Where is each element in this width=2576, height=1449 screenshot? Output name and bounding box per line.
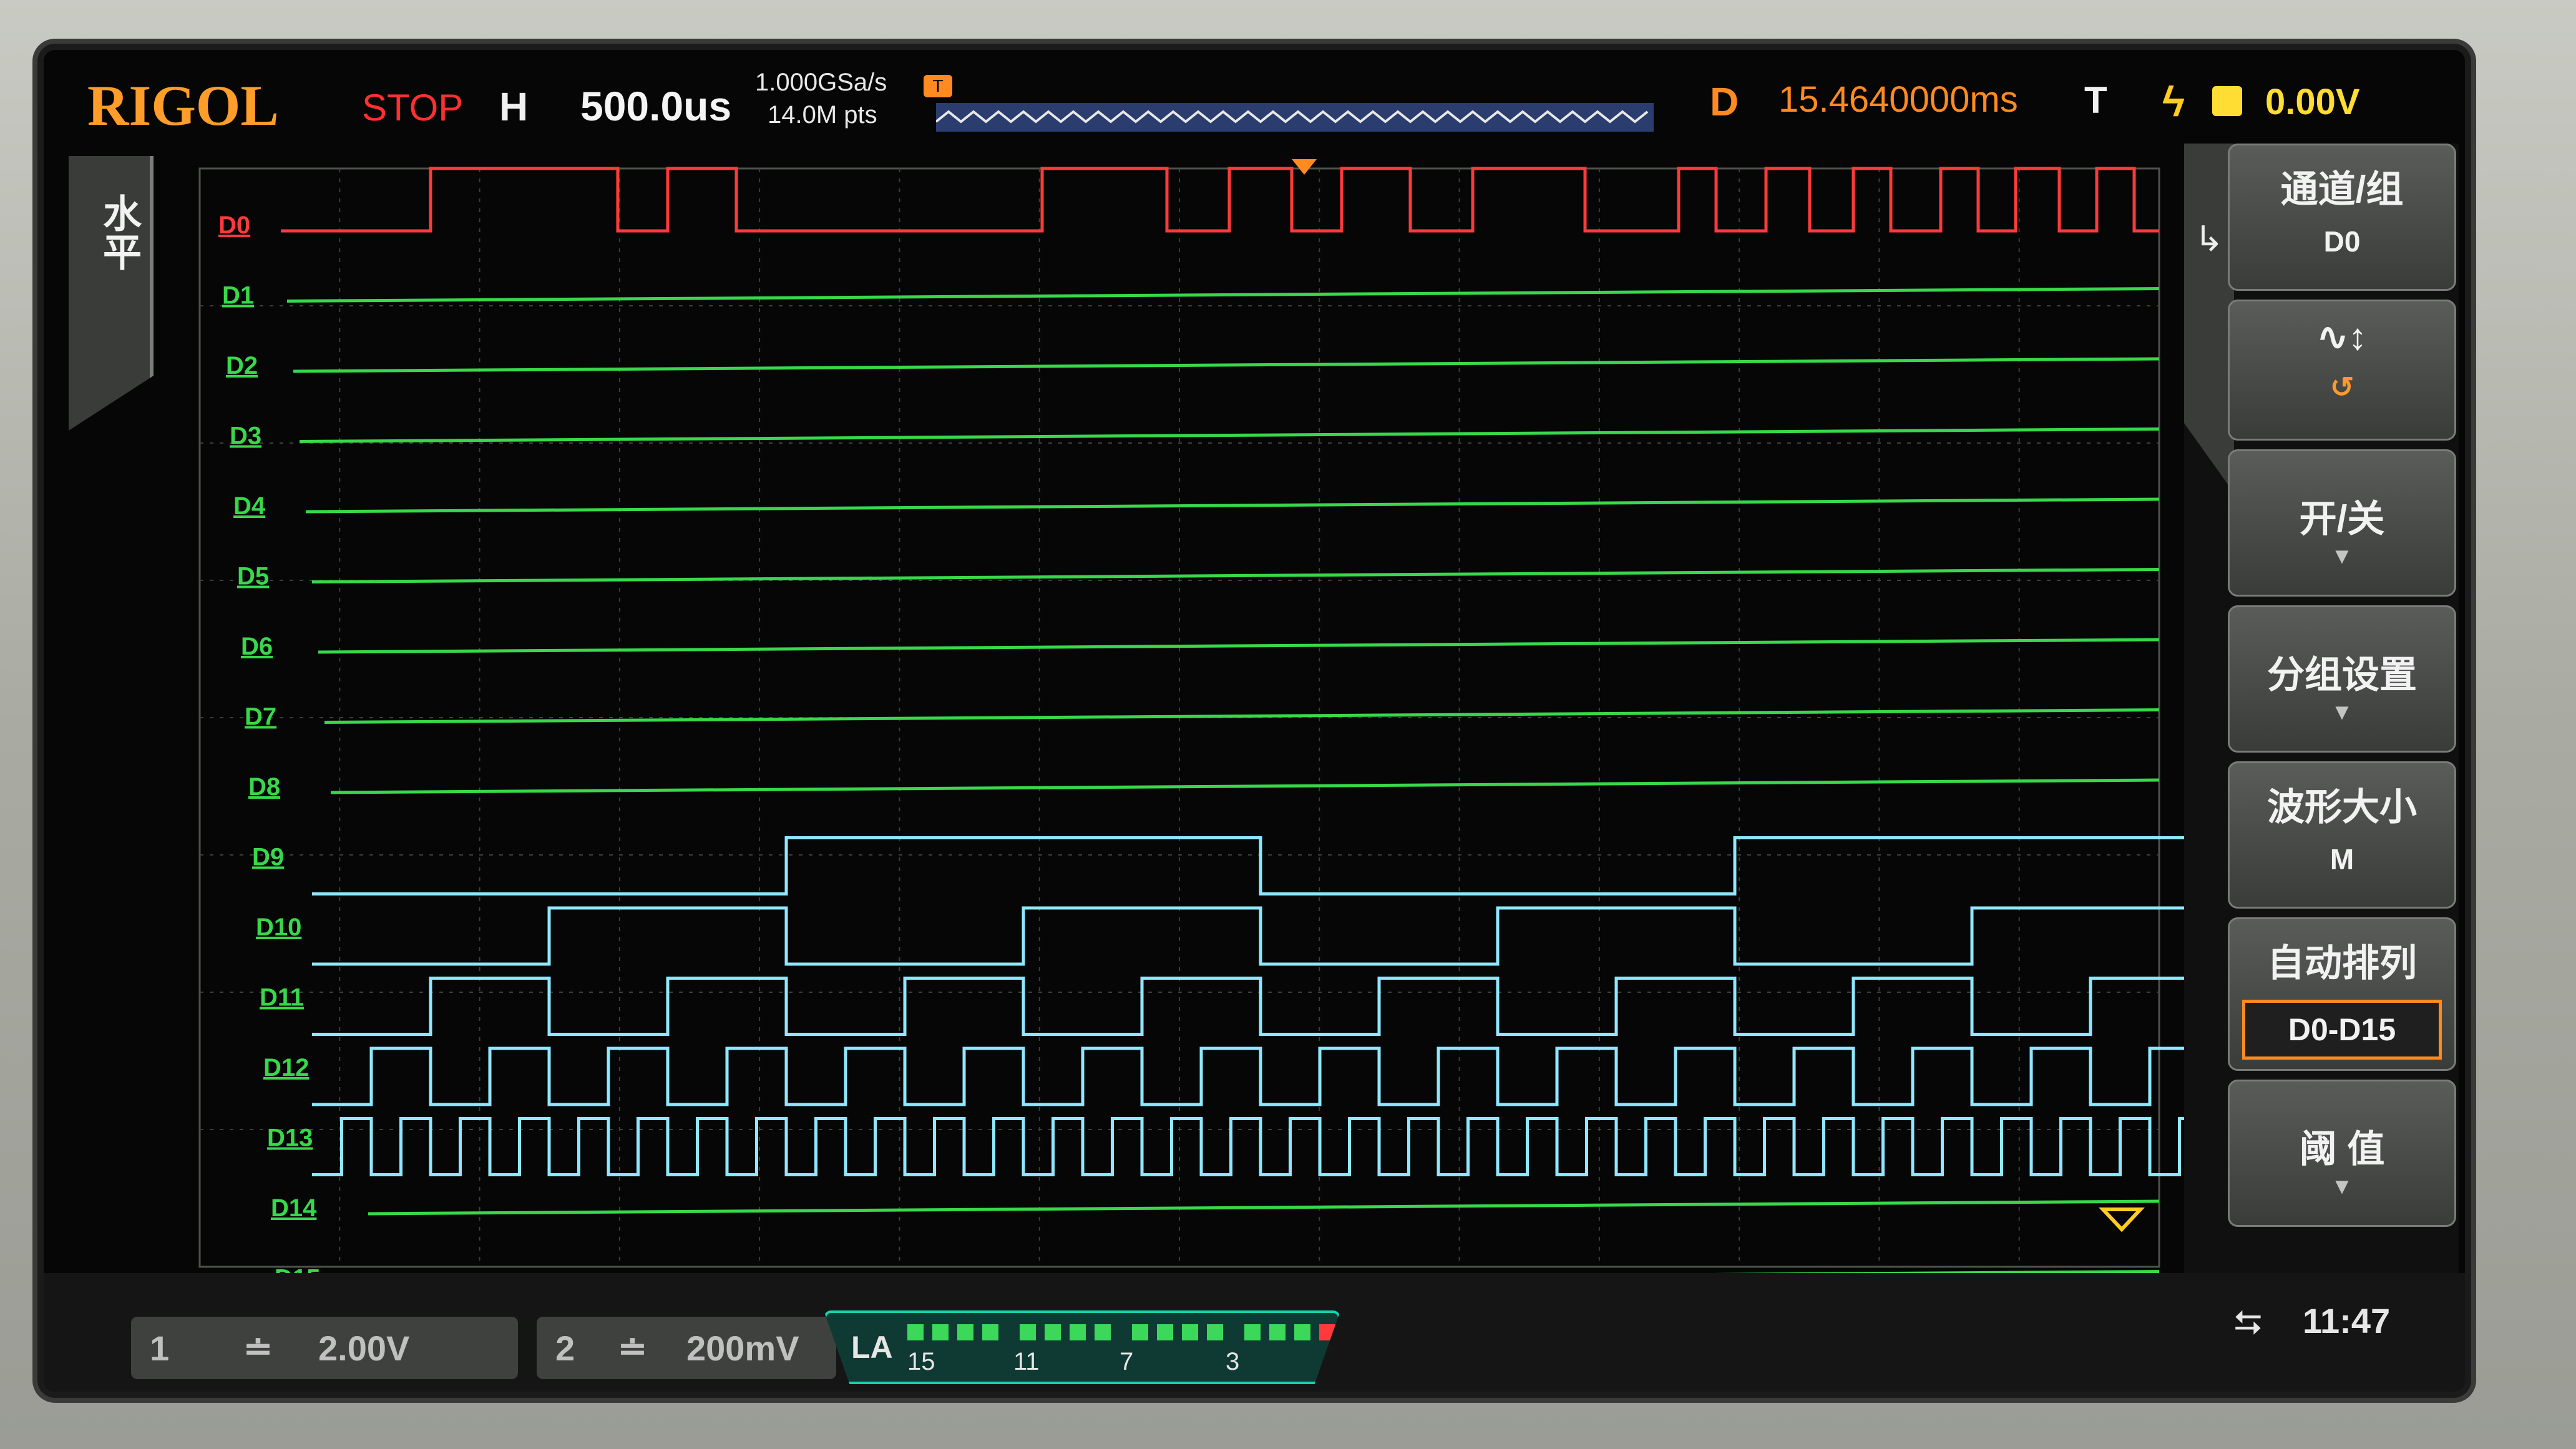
clock-time: 11:47	[2303, 1301, 2391, 1340]
waveform-size-value: M	[2330, 843, 2354, 876]
trace-d11	[312, 977, 2209, 1036]
trace-d5	[311, 568, 2160, 583]
trace-d9	[312, 836, 2209, 895]
channel-label-d1[interactable]: D1	[222, 282, 254, 310]
channel-2-number: 2	[555, 1329, 575, 1368]
trace-d12	[312, 1046, 2209, 1106]
trace-d4	[305, 497, 2160, 514]
la-bit-indicator	[1070, 1324, 1086, 1340]
la-bit-indicator	[1095, 1324, 1111, 1340]
chevron-down-icon: ▼	[2331, 1173, 2353, 1199]
la-bit-indicator	[907, 1324, 924, 1340]
auto-arrange-title: 自动排列	[2267, 942, 2417, 984]
la-bit-indicator	[1294, 1324, 1310, 1340]
tune-wave-icon: ∿↕	[2316, 316, 2368, 358]
scope-screen: RIGOL STOP H 500.0us 1.000GSa/s 14.0M pt…	[44, 50, 2465, 1392]
waveform-tune-button[interactable]: ∿↕ ↺	[2228, 300, 2456, 441]
la-bit-indicator	[1269, 1324, 1286, 1340]
trace-d7	[324, 708, 2160, 724]
la-bit-indicator	[1244, 1324, 1261, 1340]
la-tick-11: 11	[1013, 1348, 1040, 1375]
channel-2-scale: 200mV	[686, 1329, 799, 1368]
la-tick-3: 3	[1226, 1348, 1240, 1375]
la-bit-indicator	[1182, 1324, 1198, 1340]
trace-d8	[330, 778, 2160, 794]
chevron-down-icon: ▼	[2331, 699, 2353, 724]
trace-d0	[281, 167, 2159, 233]
la-label: LA	[851, 1330, 893, 1365]
channel-group-button[interactable]: 通道/组 D0	[2228, 144, 2456, 291]
dc-coupling-icon: ≐	[243, 1329, 273, 1368]
channel-label-d3[interactable]: D3	[230, 422, 261, 450]
channel-label-d9[interactable]: D9	[252, 844, 284, 871]
rotate-knob-icon: ↺	[2330, 371, 2354, 403]
waveform-display[interactable]: D0 D1 D2 D3 D4 D5 D6 D7 D8 D9 D10 D11 D12 D13 D14 D15	[44, 50, 2465, 1273]
channel-group-title: 通道/组	[2280, 168, 2404, 210]
channel-1-number: 1	[150, 1329, 170, 1368]
la-bit-indicator	[957, 1324, 973, 1340]
la-bit-indicator	[1132, 1324, 1148, 1340]
dc-coupling-icon: ≐	[618, 1329, 647, 1368]
trigger-marker-icon	[1292, 159, 1317, 175]
channel-label-d13[interactable]: D13	[267, 1125, 313, 1152]
channel-label-d0[interactable]: D0	[218, 212, 250, 239]
side-tab-icon: ↳	[2184, 144, 2234, 493]
la-bit-indicator	[1045, 1324, 1061, 1340]
channel-label-d7[interactable]: D7	[245, 703, 276, 731]
group-settings-label: 分组设置	[2267, 654, 2417, 696]
channel-2-box[interactable]: 2 ≐ 200mV	[537, 1317, 836, 1379]
group-settings-button[interactable]: 分组设置 ▼	[2228, 605, 2456, 753]
la-tick-7: 7	[1120, 1348, 1134, 1375]
usb-icon: ⮀	[2234, 1302, 2262, 1342]
channel-label-d2[interactable]: D2	[226, 352, 258, 379]
auto-arrange-value: D0-D15	[2242, 1000, 2442, 1060]
la-bit-indicator	[1020, 1324, 1036, 1340]
channel-1-box[interactable]: 1 ≐ 2.00V	[131, 1317, 518, 1379]
la-bit-indicator	[1319, 1324, 1335, 1340]
auto-arrange-button[interactable]: 自动排列 D0-D15	[2228, 917, 2456, 1071]
la-bit-indicator	[982, 1324, 998, 1340]
side-menu: ↳ 通道/组 D0 ∿↕ ↺ 开/关 ▼ 分组设置 ▼ 波形大小 M 自动排列 …	[2184, 144, 2459, 1329]
onoff-label: 开/关	[2299, 498, 2385, 540]
channel-1-scale: 2.00V	[318, 1329, 410, 1368]
trace-d10	[312, 906, 2209, 966]
la-tick-15: 15	[907, 1348, 935, 1375]
channel-label-d8[interactable]: D8	[248, 773, 280, 801]
channel-label-d6[interactable]: D6	[241, 633, 273, 660]
trace-d3	[299, 427, 2160, 443]
trace-d13	[312, 1117, 2209, 1176]
la-bit-indicator	[1207, 1324, 1223, 1340]
logic-analyzer-box[interactable]: LA 15 11 7 3	[824, 1310, 1340, 1384]
threshold-marker-icon	[2099, 1208, 2145, 1232]
channel-label-d14[interactable]: D14	[271, 1194, 317, 1222]
channel-label-d12[interactable]: D12	[263, 1054, 309, 1081]
waveform-size-title: 波形大小	[2267, 786, 2417, 828]
trace-d6	[318, 638, 2160, 654]
threshold-button[interactable]: 阈 值 ▼	[2228, 1080, 2456, 1227]
channel-label-d5[interactable]: D5	[237, 563, 269, 590]
channel-label-d15[interactable]: D15	[275, 1265, 320, 1274]
la-bit-indicator	[1157, 1324, 1173, 1340]
trace-d14	[368, 1199, 2160, 1216]
chevron-down-icon: ▼	[2331, 543, 2353, 568]
channel-label-d10[interactable]: D10	[256, 914, 301, 941]
channel-label-d11[interactable]: D11	[260, 984, 304, 1012]
channel-label-d4[interactable]: D4	[233, 492, 266, 520]
trace-d1	[286, 287, 2160, 303]
waveform-size-button[interactable]: 波形大小 M	[2228, 761, 2456, 909]
la-bit-indicator	[932, 1324, 949, 1340]
bottom-status-bar: 1 ≐ 2.00V 2 ≐ 200mV LA 15 11 7 3 ⮀ 11:47	[44, 1273, 2465, 1392]
channel-group-value: D0	[2323, 225, 2361, 258]
threshold-label: 阈 值	[2299, 1128, 2385, 1170]
onoff-button[interactable]: 开/关 ▼	[2228, 449, 2456, 597]
